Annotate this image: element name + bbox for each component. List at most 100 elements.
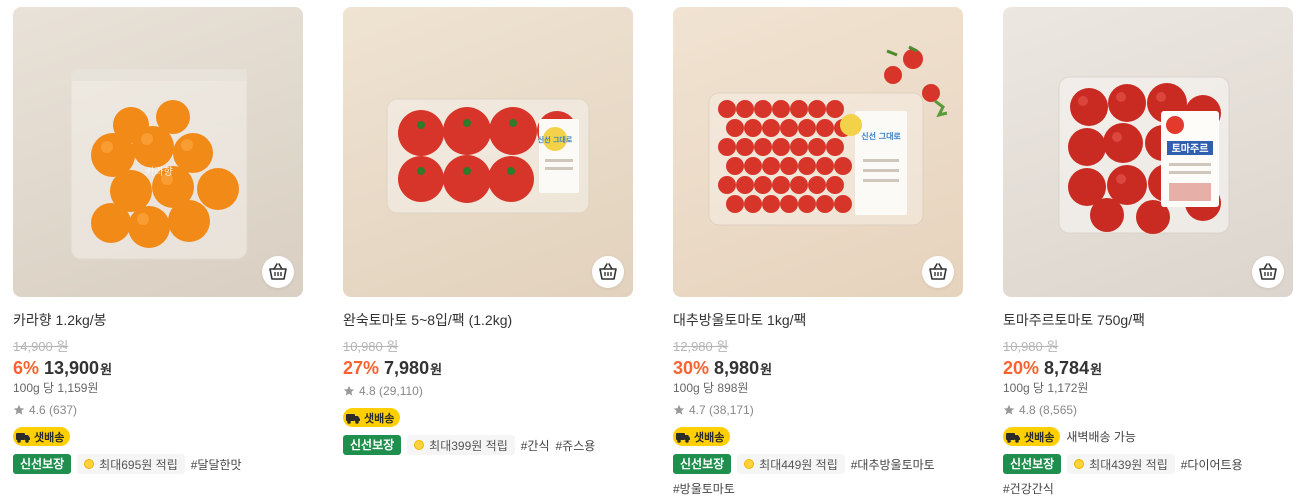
rating: 4.8 (8,565) xyxy=(1003,403,1293,417)
cherry-tomato xyxy=(744,119,762,137)
cherry-tomato xyxy=(736,176,754,194)
rating: 4.8 (29,110) xyxy=(343,384,633,398)
hashtag[interactable]: #쥬스용 xyxy=(556,437,596,454)
unit-price: 100g 당 1,159원 xyxy=(13,381,99,395)
point-coin-icon xyxy=(744,459,755,469)
product-name[interactable]: 대추방울토마토 1kg/팩 xyxy=(673,311,963,329)
product-name[interactable]: 카라향 1.2kg/봉 xyxy=(13,311,303,329)
shopping-basket-icon xyxy=(929,263,947,280)
star-icon xyxy=(673,404,685,415)
cherry-tomato xyxy=(808,176,826,194)
delivery-row: 샛배송 xyxy=(343,408,633,427)
sale-price: 8,980 xyxy=(714,358,760,378)
price-row: 6% 13,900 원 xyxy=(13,358,303,380)
cherry-tomato xyxy=(816,157,834,175)
product-card[interactable]: 토마주르 토마주르토마토 750g/팩 10,980 원 20% 8,784 원… xyxy=(1003,7,1293,496)
cherry-tomato xyxy=(718,100,736,118)
hashtag[interactable]: #건강간식 xyxy=(1003,480,1293,497)
original-price: 12,980 원 xyxy=(673,339,729,354)
sale-price: 13,900 xyxy=(44,358,100,378)
cherry-tomato xyxy=(834,195,852,213)
product-image[interactable]: 신선 그대로 xyxy=(343,7,633,297)
hashtag[interactable]: #달달한맛 xyxy=(191,456,242,473)
cherry-tomato xyxy=(736,138,754,156)
delivery-truck-icon xyxy=(1006,432,1020,443)
add-to-cart-button[interactable] xyxy=(262,256,294,288)
original-price: 10,980 원 xyxy=(343,339,399,354)
cherry-tomato xyxy=(772,138,790,156)
cherry-tomato xyxy=(780,157,798,175)
product-image[interactable]: 카라향 xyxy=(13,7,303,297)
sale-price: 8,784 xyxy=(1044,358,1090,378)
package-label: 토마주르 xyxy=(1172,142,1209,155)
add-to-cart-button[interactable] xyxy=(1252,256,1284,288)
tag-row: 신선보장 최대449원 적립 #대추방울토마토 xyxy=(673,454,963,474)
dawn-delivery-badge: 샛배송 xyxy=(343,408,401,427)
cherry-tomato xyxy=(816,119,834,137)
mandarin-bag-image: 카라향 xyxy=(70,68,248,260)
original-price: 10,980 원 xyxy=(1003,339,1059,354)
rating-score: 4.6 xyxy=(29,403,46,417)
cherry-tomato xyxy=(762,119,780,137)
star-icon xyxy=(343,385,355,396)
product-card[interactable]: 카라향 카라향 1.2kg/봉 14,900 원 6% 13,900 원 100… xyxy=(13,7,303,496)
shopping-basket-icon xyxy=(269,263,287,280)
points-chip: 최대399원 적립 xyxy=(407,435,515,455)
discount-rate: 27% xyxy=(343,358,380,378)
cherry-tomato xyxy=(816,195,834,213)
hashtag[interactable]: #방울토마토 xyxy=(673,480,963,497)
fresh-guarantee-badge: 신선보장 xyxy=(673,454,732,474)
shopping-basket-icon xyxy=(1259,263,1277,280)
shopping-basket-icon xyxy=(599,263,617,280)
points-chip: 최대449원 적립 xyxy=(737,454,845,474)
unit-price: 100g 당 1,172원 xyxy=(1003,381,1089,395)
delivery-badge-label: 샛배송 xyxy=(694,431,725,444)
dawn-delivery-badge: 샛배송 xyxy=(13,427,71,446)
cherry-tomato xyxy=(762,195,780,213)
product-card[interactable]: 신선 그대로 대추방울토마토 1kg/팩 12,980 원 30% 8,980 … xyxy=(673,7,963,496)
review-count: (38,171) xyxy=(709,403,754,417)
unit-price: 100g 당 898원 xyxy=(673,381,749,395)
delivery-row: 샛배송 새벽배송 가능 xyxy=(1003,427,1293,446)
points-label: 최대399원 적립 xyxy=(429,438,508,453)
rating: 4.6 (637) xyxy=(13,403,303,417)
dawn-delivery-badge: 샛배송 xyxy=(673,427,731,446)
price-row: 30% 8,980 원 xyxy=(673,358,963,380)
point-coin-icon xyxy=(84,459,95,469)
cherry-tomato xyxy=(808,138,826,156)
currency-unit: 원 xyxy=(1090,362,1103,377)
points-label: 최대695원 적립 xyxy=(99,457,178,472)
review-count: (637) xyxy=(49,403,78,417)
delivery-truck-icon xyxy=(16,432,30,443)
cherry-tomato xyxy=(826,138,844,156)
add-to-cart-button[interactable] xyxy=(922,256,954,288)
hashtag[interactable]: #다이어트용 xyxy=(1181,456,1243,473)
rating-score: 4.8 xyxy=(1019,403,1036,417)
product-image[interactable]: 신선 그대로 xyxy=(673,7,963,297)
cherry-tomato xyxy=(726,119,744,137)
cherry-tomato xyxy=(772,100,790,118)
package-label: 신선 그대로 xyxy=(861,131,901,141)
add-to-cart-button[interactable] xyxy=(592,256,624,288)
product-image[interactable]: 토마주르 xyxy=(1003,7,1293,297)
cherry-tomato xyxy=(826,100,844,118)
delivery-truck-icon xyxy=(676,432,690,443)
hashtag[interactable]: #간식 xyxy=(521,437,550,454)
cherry-tomato xyxy=(790,138,808,156)
cherry-tomato xyxy=(754,138,772,156)
cherry-tomato xyxy=(826,176,844,194)
product-name[interactable]: 완숙토마토 5~8입/팩 (1.2kg) xyxy=(343,311,633,329)
discount-rate: 30% xyxy=(673,358,710,378)
star-icon xyxy=(13,404,25,415)
hashtag[interactable]: #대추방울토마토 xyxy=(851,456,935,473)
rating: 4.7 (38,171) xyxy=(673,403,963,417)
delivery-badge-label: 샛배송 xyxy=(1024,431,1055,444)
fresh-guarantee-badge: 신선보장 xyxy=(13,454,72,474)
product-grid: 카라향 카라향 1.2kg/봉 14,900 원 6% 13,900 원 100… xyxy=(13,7,1293,496)
tag-row: 신선보장 최대439원 적립 #다이어트용 xyxy=(1003,454,1293,474)
cherry-tomato xyxy=(718,176,736,194)
product-card[interactable]: 신선 그대로 완숙토마토 5~8입/팩 (1.2kg) 10,980 원 27%… xyxy=(343,7,633,496)
cherry-tomato xyxy=(726,195,744,213)
product-name[interactable]: 토마주르토마토 750g/팩 xyxy=(1003,311,1293,329)
cherry-tomato xyxy=(754,100,772,118)
